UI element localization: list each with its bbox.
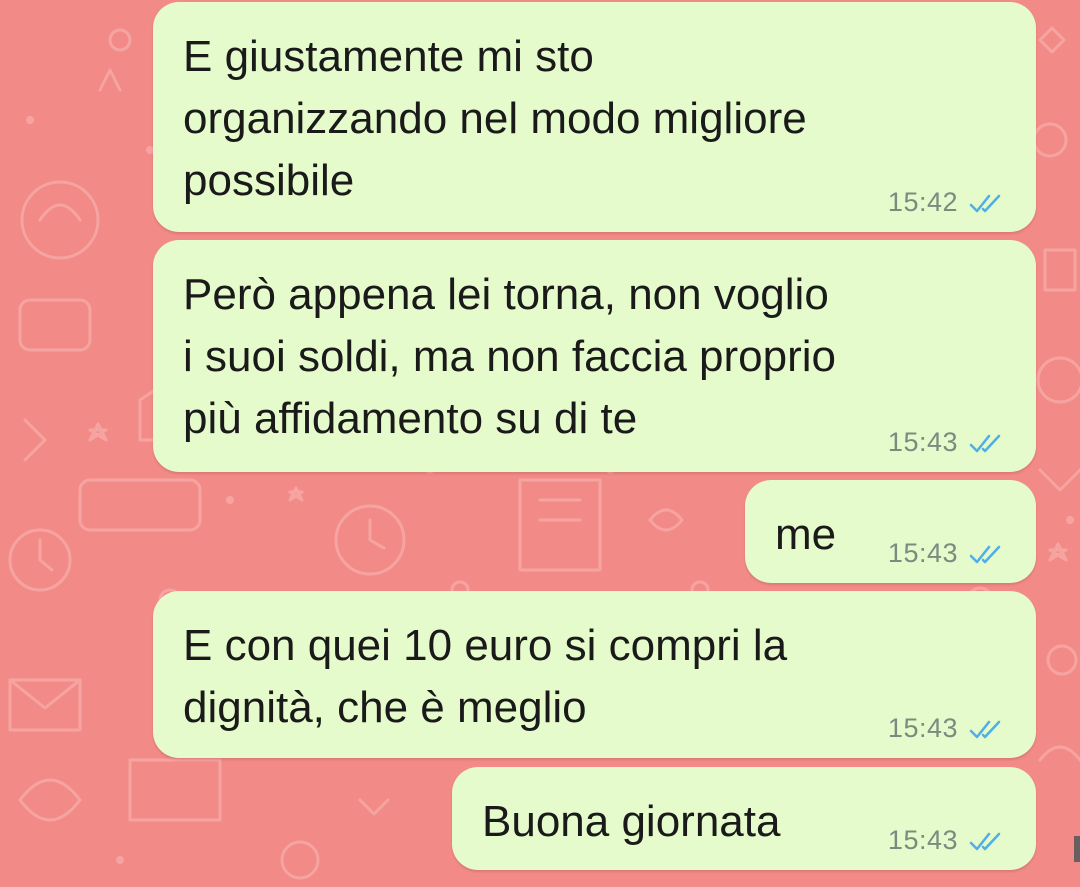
message-time: 15:43 xyxy=(887,825,958,855)
message-time: 15:43 xyxy=(887,538,958,568)
double-check-icon xyxy=(969,434,1001,452)
message-text: me xyxy=(775,510,837,559)
message-meta: 15:42 xyxy=(888,187,1008,218)
message-time: 15:43 xyxy=(887,713,958,743)
message-bubble[interactable]: Buona giornata 15:43 xyxy=(452,767,1036,870)
message-time: 15:43 xyxy=(887,427,958,457)
message-time: 15:42 xyxy=(887,187,958,217)
message-meta: 15:43 xyxy=(888,427,1008,458)
message-text: Però appena lei torna, non voglio i suoi… xyxy=(183,270,836,443)
message-meta: 15:43 xyxy=(888,538,1008,569)
double-check-icon xyxy=(969,545,1001,563)
message-bubble[interactable]: E giustamente mi sto organizzando nel mo… xyxy=(153,2,1036,232)
message-text: E con quei 10 euro si compri la dignità,… xyxy=(183,621,788,732)
message-bubble[interactable]: Però appena lei torna, non voglio i suoi… xyxy=(153,240,1036,472)
message-text: Buona giornata xyxy=(482,797,781,846)
double-check-icon xyxy=(969,720,1001,738)
double-check-icon xyxy=(969,194,1001,212)
message-bubble[interactable]: E con quei 10 euro si compri la dignità,… xyxy=(153,591,1036,758)
double-check-icon xyxy=(969,832,1001,850)
message-bubble[interactable]: me 15:43 xyxy=(745,480,1036,583)
scrollbar-thumb[interactable] xyxy=(1074,836,1080,862)
message-meta: 15:43 xyxy=(888,825,1008,856)
message-text: E giustamente mi sto organizzando nel mo… xyxy=(183,32,807,205)
message-meta: 15:43 xyxy=(888,713,1008,744)
